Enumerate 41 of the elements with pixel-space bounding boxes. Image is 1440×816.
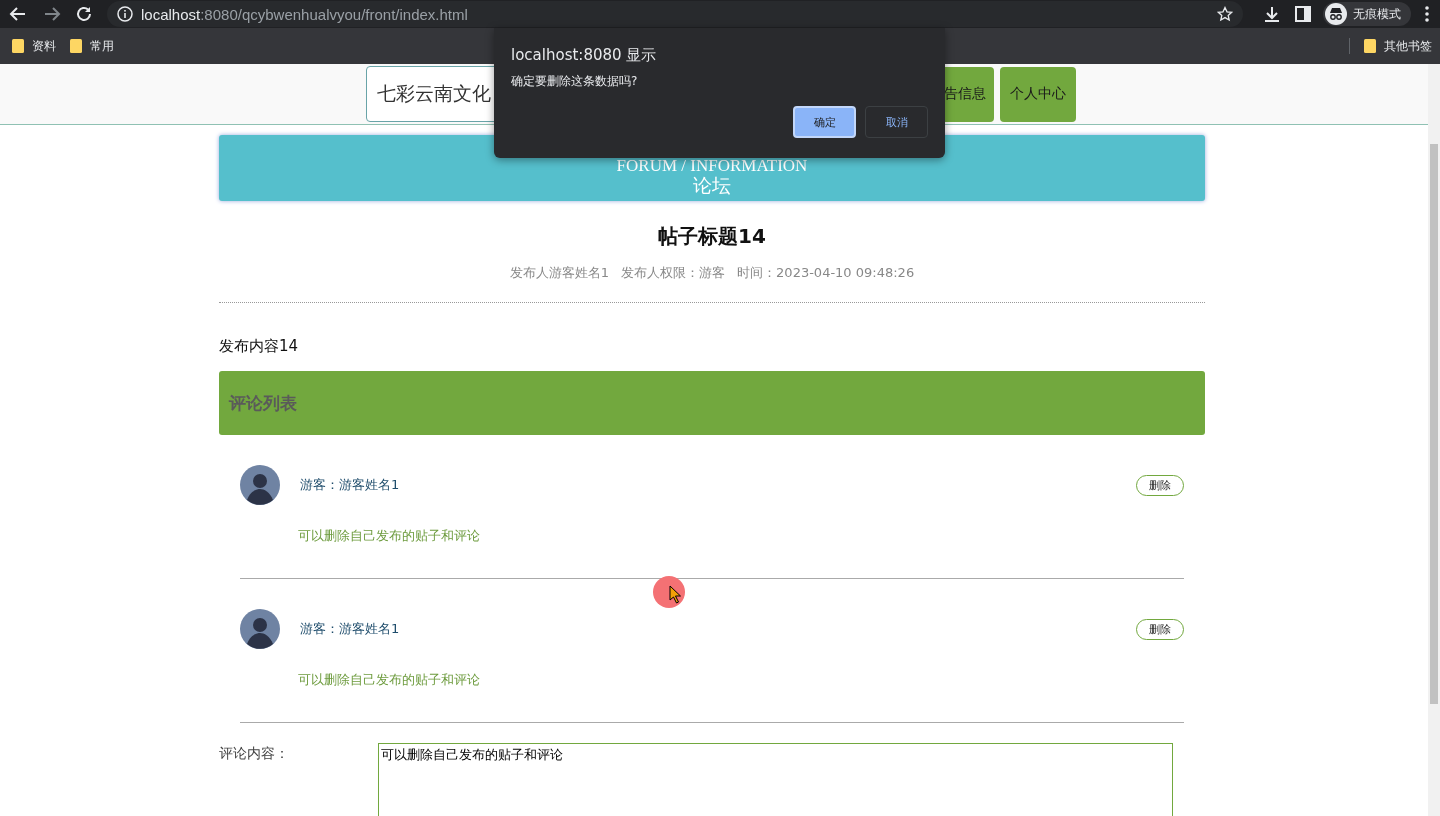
banner-title: 论坛 bbox=[692, 175, 732, 197]
reload-icon[interactable] bbox=[75, 5, 93, 23]
delete-button[interactable]: 删除 bbox=[1136, 618, 1184, 640]
bookmark-folder[interactable]: 资料 bbox=[12, 37, 56, 55]
comments-title: 评论列表 bbox=[229, 391, 297, 415]
nav-button[interactable]: 个人中心 bbox=[1000, 66, 1076, 122]
menu-icon[interactable] bbox=[1425, 6, 1429, 22]
folder-icon bbox=[12, 39, 24, 53]
post-meta: 时间：2023-04-10 09:48:26 bbox=[737, 264, 915, 282]
back-icon[interactable] bbox=[9, 5, 27, 23]
comment-text: 可以删除自己发布的贴子和评论 bbox=[298, 671, 481, 689]
info-icon bbox=[117, 6, 133, 22]
address-bar[interactable]: localhost:8080/qcybwenhualvyou/front/index.html bbox=[107, 1, 1243, 27]
delete-button[interactable]: 删除 bbox=[1136, 474, 1184, 496]
bookmark-folder[interactable]: 其他书签 bbox=[1364, 37, 1432, 55]
comment-author: 游客：游客姓名1 bbox=[300, 476, 400, 494]
avatar bbox=[240, 609, 280, 649]
star-icon[interactable] bbox=[1217, 6, 1233, 22]
download-icon[interactable] bbox=[1263, 5, 1281, 23]
comment-author: 游客：游客姓名1 bbox=[300, 620, 400, 638]
bookmark-folder[interactable]: 常用 bbox=[70, 37, 114, 55]
incognito-icon bbox=[1325, 3, 1347, 25]
scrollbar[interactable] bbox=[1428, 64, 1440, 816]
post-content: 发布内容14 bbox=[219, 337, 300, 356]
post-meta: 发布人权限：游客 bbox=[621, 264, 726, 282]
comment-text: 可以删除自己发布的贴子和评论 bbox=[298, 527, 481, 545]
comment-label: 评论内容： bbox=[219, 745, 290, 763]
avatar bbox=[240, 465, 280, 505]
folder-icon bbox=[1364, 39, 1376, 53]
forward-icon[interactable] bbox=[43, 5, 61, 23]
dialog-title: localhost:8080 显示 bbox=[511, 46, 658, 65]
post-meta: 发布人游客姓名1 bbox=[509, 264, 610, 282]
side-panel-icon[interactable] bbox=[1295, 6, 1311, 22]
post-title: 帖子标题14 bbox=[657, 223, 767, 250]
banner-subtitle: FORUM / INFORMATION bbox=[615, 157, 809, 175]
incognito-badge[interactable]: 无痕模式 bbox=[1323, 2, 1411, 26]
folder-icon bbox=[70, 39, 82, 53]
ok-button[interactable]: 确定 bbox=[793, 106, 856, 138]
comment-input[interactable]: 可以删除自己发布的贴子和评论 bbox=[378, 743, 1173, 816]
cancel-button[interactable]: 取消 bbox=[865, 106, 928, 138]
url-text: localhost:8080/qcybwenhualvyou/front/index.html bbox=[141, 5, 468, 23]
